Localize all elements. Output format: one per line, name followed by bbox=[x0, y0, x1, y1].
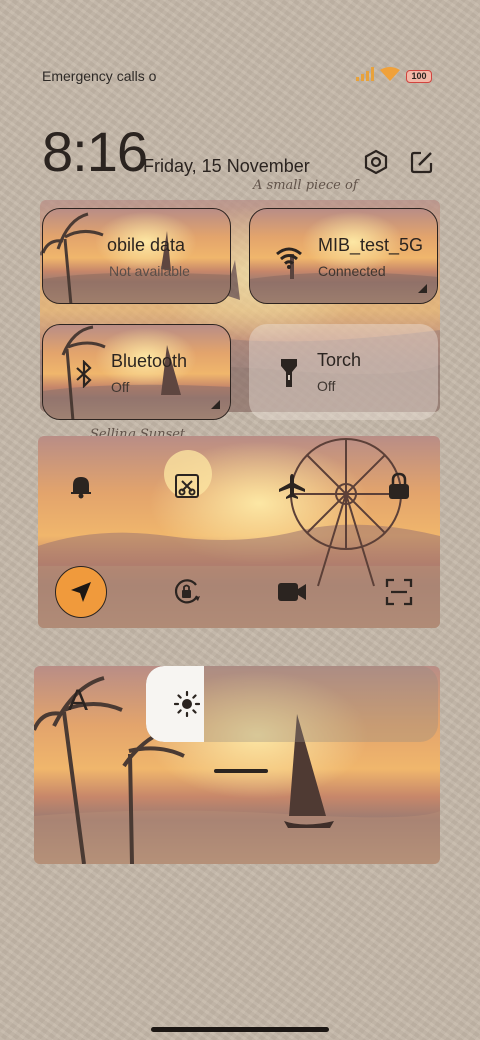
bluetooth-tile[interactable]: Bluetooth Off bbox=[42, 324, 231, 420]
bluetooth-status: Off bbox=[111, 379, 130, 395]
lock-toggle[interactable] bbox=[384, 471, 414, 501]
lock-icon bbox=[389, 472, 409, 499]
status-icons: 100 bbox=[356, 66, 432, 86]
edit-icon bbox=[409, 149, 435, 180]
wifi-icon bbox=[380, 66, 400, 86]
signal-icon bbox=[356, 66, 374, 86]
auto-brightness-label[interactable]: A bbox=[68, 684, 88, 718]
settings-button[interactable] bbox=[360, 148, 392, 180]
mobile-data-label: obile data bbox=[107, 235, 186, 255]
torch-icon bbox=[274, 358, 304, 388]
wifi-expand-indicator bbox=[418, 284, 427, 293]
bluetooth-expand-indicator bbox=[211, 400, 220, 409]
status-carrier-text: Emergency calls o bbox=[42, 68, 157, 84]
airplane-toggle[interactable] bbox=[277, 471, 307, 501]
torch-status: Off bbox=[317, 378, 336, 394]
video-icon bbox=[278, 583, 306, 601]
home-indicator[interactable] bbox=[151, 1027, 329, 1032]
date: Friday, 15 November bbox=[143, 156, 310, 176]
screenshot-icon bbox=[175, 474, 199, 498]
rotation-lock-icon bbox=[174, 579, 200, 604]
screenshot-toggle[interactable] bbox=[172, 471, 202, 501]
bluetooth-icon bbox=[69, 359, 99, 389]
airplane-icon bbox=[279, 474, 305, 499]
settings-icon bbox=[363, 149, 389, 180]
wifi-ssid: MIB_test_5G bbox=[318, 235, 424, 255]
wifi-icon bbox=[274, 243, 304, 273]
sound-toggle[interactable] bbox=[66, 471, 96, 501]
brightness-slider[interactable] bbox=[146, 666, 438, 742]
mobile-data-status: Not available bbox=[109, 263, 190, 279]
sun-icon bbox=[173, 690, 201, 722]
scanner-toggle[interactable] bbox=[384, 577, 414, 607]
edit-button[interactable] bbox=[406, 148, 438, 180]
toggle-panel bbox=[38, 436, 440, 628]
wifi-status: Connected bbox=[318, 263, 386, 279]
location-icon bbox=[71, 582, 91, 602]
battery-icon: 100 bbox=[406, 69, 432, 83]
bluetooth-label: Bluetooth bbox=[111, 351, 188, 371]
mobile-data-tile[interactable]: obile data Not available bbox=[42, 208, 231, 304]
torch-label: Torch bbox=[317, 350, 362, 370]
screen-recorder-toggle[interactable] bbox=[277, 577, 307, 607]
wifi-tile[interactable]: MIB_test_5G Connected bbox=[249, 208, 438, 304]
rotation-lock-toggle[interactable] bbox=[172, 577, 202, 607]
scan-icon bbox=[385, 578, 413, 606]
decor-script-top: A small piece of bbox=[253, 178, 358, 193]
location-toggle[interactable] bbox=[55, 566, 107, 618]
bell-icon bbox=[71, 477, 91, 499]
torch-tile[interactable]: Torch Off bbox=[249, 324, 438, 420]
panel-drag-handle[interactable] bbox=[214, 769, 268, 773]
clock: 8:16 bbox=[42, 120, 148, 183]
